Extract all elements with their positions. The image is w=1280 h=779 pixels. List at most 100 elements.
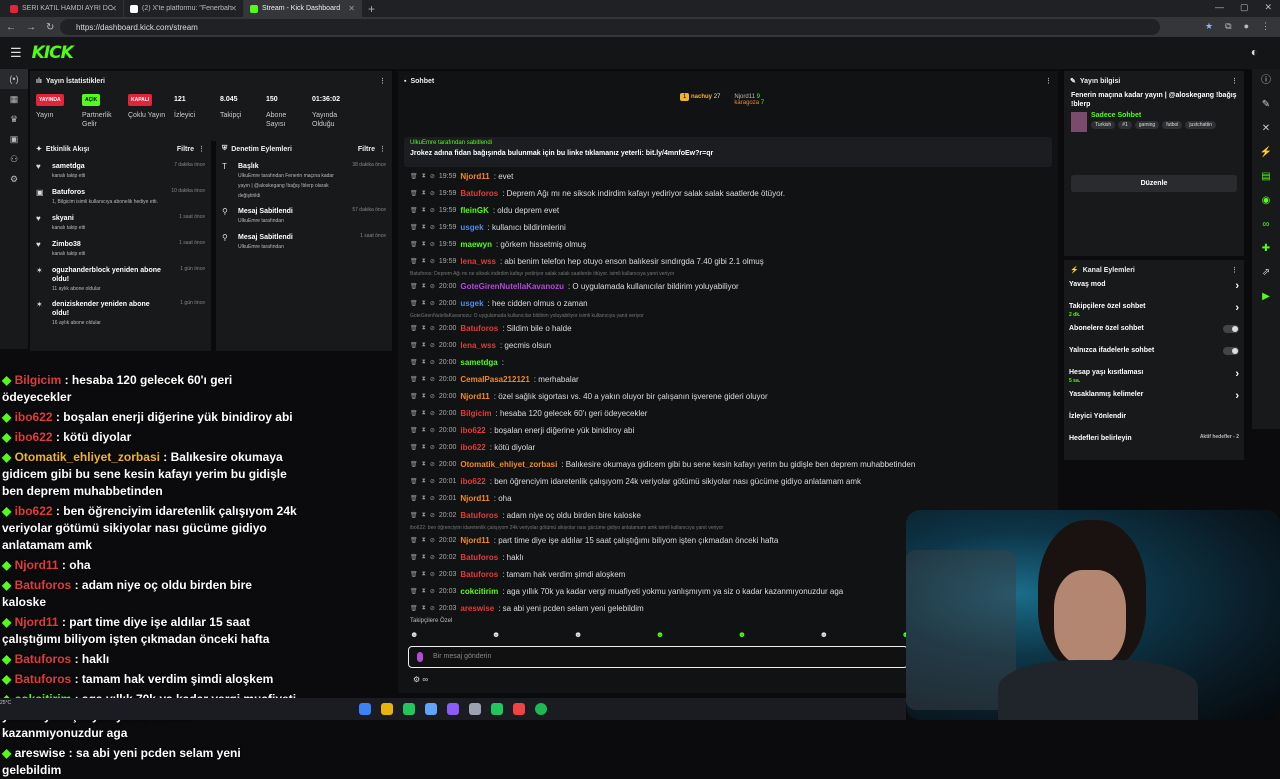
delete-icon[interactable]: 🗑 xyxy=(410,495,418,502)
back-icon[interactable]: ← xyxy=(6,22,16,33)
delete-icon[interactable]: 🗑 xyxy=(410,478,418,485)
maximize-icon[interactable]: ▢ xyxy=(1240,2,1249,13)
more-icon[interactable]: ⋮ xyxy=(1231,266,1238,274)
chat-username[interactable]: ibo622 xyxy=(460,443,485,452)
settings-app-icon[interactable] xyxy=(469,703,481,715)
browser-tab-2[interactable]: (2) X'te platformu: "Fenerbahçe Spo✕ xyxy=(124,0,244,17)
ban-icon[interactable]: ⊘ xyxy=(430,427,435,434)
ban-icon[interactable]: ⊘ xyxy=(430,512,435,519)
ban-icon[interactable]: ⊘ xyxy=(430,444,435,451)
notification-icon[interactable]: ◐ xyxy=(1251,45,1258,59)
emote-icon[interactable]: ☻ xyxy=(656,630,664,639)
timeout-icon[interactable]: ⧗ xyxy=(422,325,426,332)
chat-username[interactable]: ibo622 xyxy=(460,477,485,486)
emote-icon[interactable]: ☻ xyxy=(410,630,418,639)
rail-share-icon[interactable]: ⇗ xyxy=(1252,261,1280,285)
browser-tab-3[interactable]: Stream - Kick Dashboard ✕ xyxy=(244,0,362,17)
chat-username[interactable]: lena_wss xyxy=(460,341,496,350)
chat-username[interactable]: Njord11 xyxy=(460,172,489,181)
delete-icon[interactable]: 🗑 xyxy=(410,512,418,519)
channel-action-item[interactable]: Yavaş mod › xyxy=(1064,280,1244,302)
rail-edit-icon[interactable]: ✎ xyxy=(1252,93,1280,117)
rail-link-icon[interactable]: ∞ xyxy=(1252,213,1280,237)
delete-icon[interactable]: 🗑 xyxy=(410,588,418,595)
timeout-icon[interactable]: ⧗ xyxy=(422,461,426,468)
hamburger-menu-icon[interactable]: ☰ xyxy=(10,45,22,61)
reload-icon[interactable]: ↻ xyxy=(46,22,54,33)
timeout-icon[interactable]: ⧗ xyxy=(422,359,426,366)
more-icon[interactable]: ⋮ xyxy=(198,145,205,153)
timeout-icon[interactable]: ⧗ xyxy=(422,495,426,502)
mic-icon[interactable] xyxy=(417,652,423,662)
ban-icon[interactable]: ⊘ xyxy=(430,393,435,400)
ban-icon[interactable]: ⊘ xyxy=(430,571,435,578)
delete-icon[interactable]: 🗑 xyxy=(410,554,418,561)
delete-icon[interactable]: 🗑 xyxy=(410,342,418,349)
steam-icon[interactable] xyxy=(425,703,437,715)
chevron-right-icon[interactable]: › xyxy=(1235,368,1239,380)
delete-icon[interactable]: 🗑 xyxy=(410,283,418,290)
delete-icon[interactable]: 🗑 xyxy=(410,461,418,468)
rail-dashboard-icon[interactable]: ▦ xyxy=(0,89,28,109)
kick-logo[interactable]: KICK xyxy=(32,43,74,63)
bookmark-star-icon[interactable]: ★ xyxy=(1205,21,1213,32)
ban-icon[interactable]: ⊘ xyxy=(430,300,435,307)
delete-icon[interactable]: 🗑 xyxy=(410,224,418,231)
browser-tab-1[interactable]: SERİ KATİL HAMDİ AYRI DOSYASI✕ xyxy=(4,0,124,17)
ban-icon[interactable]: ⊘ xyxy=(430,410,435,417)
rail-users-icon[interactable]: ⚇ xyxy=(0,149,28,169)
delete-icon[interactable]: 🗑 xyxy=(410,190,418,197)
ban-icon[interactable]: ⊘ xyxy=(430,173,435,180)
channel-action-item[interactable]: Takipçilere özel sohbet 2 dk. › xyxy=(1064,302,1244,324)
emote-icon[interactable]: ☻ xyxy=(574,630,582,639)
url-field[interactable]: https://dashboard.kick.com/stream xyxy=(60,19,1160,35)
chat-username[interactable]: CemalPasa212121 xyxy=(460,375,529,384)
delete-icon[interactable]: 🗑 xyxy=(410,241,418,248)
close-window-icon[interactable]: ✕ xyxy=(1264,2,1272,13)
toggle-switch[interactable] xyxy=(1223,325,1239,333)
timeout-icon[interactable]: ⧗ xyxy=(422,427,426,434)
timeout-icon[interactable]: ⧗ xyxy=(422,258,426,265)
ban-icon[interactable]: ⊘ xyxy=(430,359,435,366)
more-icon[interactable]: ⋮ xyxy=(379,145,386,153)
ban-icon[interactable]: ⊘ xyxy=(430,207,435,214)
delete-icon[interactable]: 🗑 xyxy=(410,571,418,578)
toggle-switch[interactable] xyxy=(1223,347,1239,355)
menu-dots-icon[interactable]: ⋮ xyxy=(1261,21,1270,32)
timeout-icon[interactable]: ⧗ xyxy=(422,554,426,561)
timeout-icon[interactable]: ⧗ xyxy=(422,173,426,180)
timeout-icon[interactable]: ⧗ xyxy=(422,224,426,231)
rail-wrench-icon[interactable]: ✚ xyxy=(1252,237,1280,261)
ban-icon[interactable]: ⊘ xyxy=(430,258,435,265)
rail-message-icon[interactable]: ◉ xyxy=(1252,189,1280,213)
start-icon[interactable] xyxy=(359,703,371,715)
edit-button[interactable]: Düzenle xyxy=(1071,175,1237,192)
timeout-icon[interactable]: ⧗ xyxy=(422,342,426,349)
chat-username[interactable]: Bilgicim xyxy=(460,409,491,418)
close-tab-icon[interactable]: ✕ xyxy=(110,4,117,13)
rail-doc-icon[interactable]: ▤ xyxy=(1252,165,1280,189)
activity-filter-button[interactable]: Filtre xyxy=(177,146,194,153)
rail-trophy-icon[interactable]: ♛ xyxy=(0,109,28,129)
chat-username[interactable]: areswise xyxy=(460,604,494,613)
rail-settings-icon[interactable]: ⚙ xyxy=(0,169,28,189)
extensions-icon[interactable]: ⧉ xyxy=(1225,21,1231,32)
ban-icon[interactable]: ⊘ xyxy=(430,554,435,561)
timeout-icon[interactable]: ⧗ xyxy=(422,478,426,485)
delete-icon[interactable]: 🗑 xyxy=(410,300,418,307)
delete-icon[interactable]: 🗑 xyxy=(410,410,418,417)
channel-action-item[interactable]: Hesap yaşı kısıtlaması 5 sa. › xyxy=(1064,368,1244,390)
timeout-icon[interactable]: ⧗ xyxy=(422,605,426,612)
close-tab-icon[interactable]: ✕ xyxy=(348,4,355,13)
stat-partner[interactable]: AÇIK Partnerlik Gelir xyxy=(82,93,122,129)
delete-icon[interactable]: 🗑 xyxy=(410,427,418,434)
explorer-icon[interactable] xyxy=(381,703,393,715)
channel-action-item[interactable]: İzleyici Yönlendir xyxy=(1064,412,1244,434)
spotify-icon[interactable] xyxy=(535,703,547,715)
channel-action-item[interactable]: Yalnızca ifadelerle sohbet xyxy=(1064,346,1244,368)
ban-icon[interactable]: ⊘ xyxy=(430,224,435,231)
channel-action-item[interactable]: Yasaklanmış kelimeler › xyxy=(1064,390,1244,412)
chevron-right-icon[interactable]: › xyxy=(1235,302,1239,314)
timeout-icon[interactable]: ⧗ xyxy=(422,444,426,451)
discord-icon[interactable] xyxy=(447,703,459,715)
